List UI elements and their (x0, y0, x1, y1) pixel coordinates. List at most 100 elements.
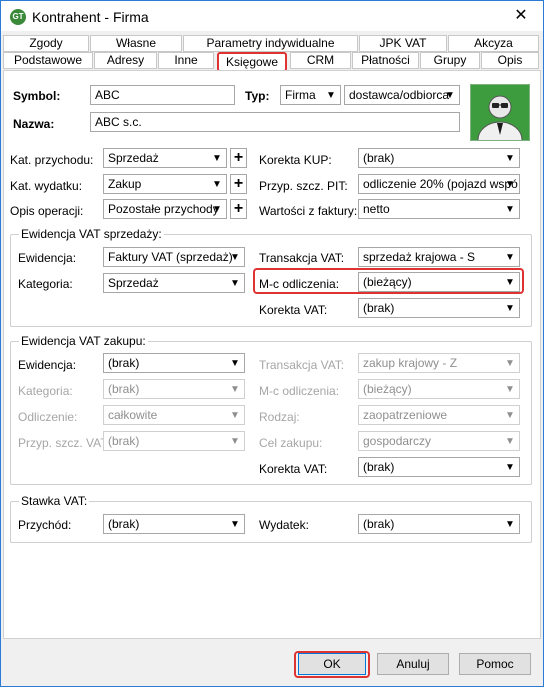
typ-select[interactable]: Firma ▼ (280, 85, 341, 105)
kat-wydatku-select[interactable]: Zakup ▼ (103, 174, 227, 194)
korekta-kup-value: (brak) (363, 151, 395, 165)
cancel-button[interactable]: Anuluj (377, 653, 449, 675)
chevron-down-icon: ▼ (445, 90, 455, 101)
korekta-kup-select[interactable]: (brak) ▼ (358, 148, 520, 168)
vat-sales-ewidencja-value: Faktury VAT (sprzedaż) (108, 250, 233, 264)
opis-operacji-select[interactable]: Pozostałe przychody ▼ (103, 199, 227, 219)
kat-przychodu-value: Sprzedaż (108, 151, 159, 165)
tab-opis[interactable]: Opis (481, 52, 539, 69)
chevron-down-icon: ▼ (505, 252, 515, 263)
tab-grupy[interactable]: Grupy (420, 52, 480, 69)
tab-adresy[interactable]: Adresy (94, 52, 157, 69)
tab-crm[interactable]: CRM (290, 52, 351, 69)
vat-rate-wydatek-value: (brak) (363, 517, 395, 531)
wartosci-label: Wartości z faktury: (259, 204, 358, 218)
chevron-down-icon: ▼ (505, 410, 515, 421)
tab-akcyza[interactable]: Akcyza (448, 35, 539, 52)
help-button[interactable]: Pomoc (459, 653, 531, 675)
kat-wydatku-value: Zakup (108, 177, 142, 191)
vat-purchase-ewidencja-select[interactable]: (brak) ▼ (103, 353, 245, 373)
close-icon[interactable]: ✕ (499, 1, 543, 31)
add-kat-przychodu-button[interactable]: + (230, 148, 247, 168)
vat-purchase-korekta-value: (brak) (363, 460, 395, 474)
opis-operacji-label: Opis operacji: (10, 204, 84, 218)
vat-purchase-odliczenie-value: całkowite (108, 408, 158, 422)
tab-jpk-vat[interactable]: JPK VAT (359, 35, 447, 52)
contact-avatar[interactable] (470, 84, 530, 141)
vat-sales-kategoria-label: Kategoria: (18, 277, 73, 291)
vat-rate-przychod-select[interactable]: (brak) ▼ (103, 514, 245, 534)
chevron-down-icon: ▼ (230, 384, 240, 395)
vat-rate-wydatek-select[interactable]: (brak) ▼ (358, 514, 520, 534)
przyp-pit-value: odliczenie 20% (pojazd wspó (363, 177, 518, 191)
vat-sales-transakcja-select[interactable]: sprzedaż krajowa - S ▼ (358, 247, 520, 267)
vat-sales-mc-value: (bieżący) (363, 275, 412, 289)
chevron-down-icon: ▼ (505, 153, 515, 164)
vat-purchase-przyp-select[interactable]: (brak) ▼ (103, 431, 245, 451)
przyp-pit-select[interactable]: odliczenie 20% (pojazd wspó ▼ (358, 174, 520, 194)
vat-rate-przychod-label: Przychód: (18, 518, 72, 532)
typ-role-select[interactable]: dostawca/odbiorca ▼ (344, 85, 460, 105)
vat-sales-ewidencja-select[interactable]: Faktury VAT (sprzedaż) ▼ (103, 247, 245, 267)
symbol-field[interactable]: ABC (90, 85, 235, 105)
chevron-down-icon: ▼ (230, 358, 240, 369)
opis-operacji-value: Pozostałe przychody (108, 202, 219, 216)
vat-purchase-mc-value: (bieżący) (363, 382, 412, 396)
chevron-down-icon: ▼ (505, 179, 515, 190)
vat-rate-title: Stawka VAT: (19, 494, 90, 508)
chevron-down-icon: ▼ (230, 252, 240, 263)
vat-sales-mc-select[interactable]: (bieżący) ▼ (358, 272, 520, 292)
vat-purchase-korekta-select[interactable]: (brak) ▼ (358, 457, 520, 477)
chevron-down-icon: ▼ (326, 90, 336, 101)
tab-ksiegowe[interactable]: Księgowe (217, 52, 287, 72)
chevron-down-icon: ▼ (505, 436, 515, 447)
nazwa-label: Nazwa: (13, 117, 55, 131)
chevron-down-icon: ▼ (212, 204, 222, 215)
tab-platnosci[interactable]: Płatności (352, 52, 419, 69)
tab-zgody[interactable]: Zgody (3, 35, 89, 52)
tab-inne[interactable]: Inne (158, 52, 214, 69)
vat-purchase-cel-select[interactable]: gospodarczy ▼ (358, 431, 520, 451)
vat-purchase-rodzaj-label: Rodzaj: (259, 410, 300, 424)
vat-purchase-transakcja-label: Transakcja VAT: (259, 358, 345, 372)
wartosci-value: netto (363, 202, 390, 216)
vat-sales-transakcja-value: sprzedaż krajowa - S (363, 250, 476, 264)
vat-purchase-transakcja-value: zakup krajowy - Z (363, 356, 458, 370)
kat-przychodu-label: Kat. przychodu: (10, 153, 94, 167)
chevron-down-icon: ▼ (230, 436, 240, 447)
tab-podstawowe[interactable]: Podstawowe (3, 52, 93, 69)
vat-sales-korekta-select[interactable]: (brak) ▼ (358, 298, 520, 318)
add-kat-wydatku-button[interactable]: + (230, 174, 247, 194)
vat-purchase-transakcja-select[interactable]: zakup krajowy - Z ▼ (358, 353, 520, 373)
dialog-window: GT Kontrahent - Firma ✕ Zgody Własne Par… (0, 0, 544, 687)
vat-purchase-rodzaj-select[interactable]: zaopatrzeniowe ▼ (358, 405, 520, 425)
vat-purchase-title: Ewidencja VAT zakupu: (19, 334, 148, 348)
vat-purchase-cel-value: gospodarczy (363, 434, 432, 448)
ok-button[interactable]: OK (298, 653, 366, 675)
wartosci-select[interactable]: netto ▼ (358, 199, 520, 219)
vat-purchase-cel-label: Cel zakupu: (259, 436, 323, 450)
nazwa-field[interactable]: ABC s.c. (90, 112, 460, 132)
tab-parametry-indywidualne[interactable]: Parametry indywidualne (183, 35, 358, 52)
vat-purchase-odliczenie-select[interactable]: całkowite ▼ (103, 405, 245, 425)
vat-purchase-mc-select[interactable]: (bieżący) ▼ (358, 379, 520, 399)
title-bar: GT Kontrahent - Firma ✕ (1, 1, 543, 31)
chevron-down-icon: ▼ (212, 153, 222, 164)
chevron-down-icon: ▼ (230, 410, 240, 421)
vat-sales-transakcja-label: Transakcja VAT: (259, 251, 345, 265)
tab-wlasne[interactable]: Własne (90, 35, 182, 52)
vat-purchase-przyp-value: (brak) (108, 434, 140, 448)
chevron-down-icon: ▼ (505, 303, 515, 314)
kat-przychodu-select[interactable]: Sprzedaż ▼ (103, 148, 227, 168)
kat-wydatku-label: Kat. wydatku: (10, 179, 83, 193)
vat-purchase-kategoria-select[interactable]: (brak) ▼ (103, 379, 245, 399)
vat-purchase-ewidencja-value: (brak) (108, 356, 140, 370)
chevron-down-icon: ▼ (505, 358, 515, 369)
vat-purchase-kategoria-value: (brak) (108, 382, 140, 396)
vat-sales-kategoria-select[interactable]: Sprzedaż ▼ (103, 273, 245, 293)
chevron-down-icon: ▼ (505, 384, 515, 395)
vat-sales-korekta-label: Korekta VAT: (259, 303, 328, 317)
vat-purchase-korekta-label: Korekta VAT: (259, 462, 328, 476)
vat-purchase-ewidencja-label: Ewidencja: (18, 358, 77, 372)
add-opis-operacji-button[interactable]: + (230, 199, 247, 219)
